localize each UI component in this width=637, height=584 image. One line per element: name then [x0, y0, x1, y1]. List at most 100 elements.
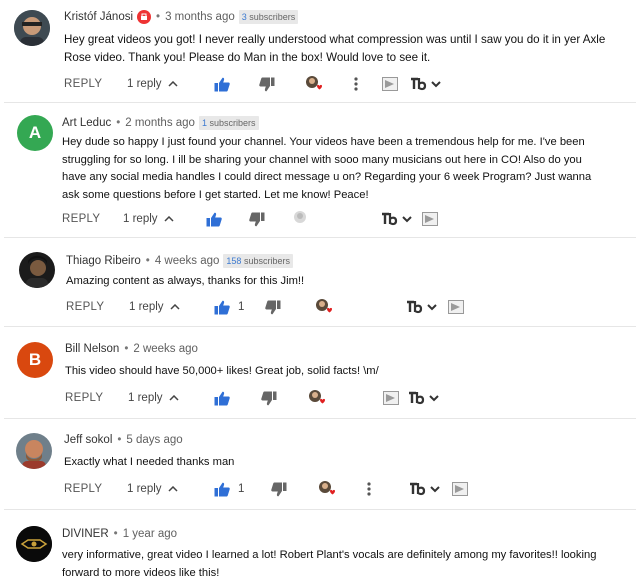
- avatar-photo: [19, 252, 55, 288]
- like-button[interactable]: 1: [214, 479, 244, 499]
- view-replies-button[interactable]: 1 reply: [127, 74, 178, 94]
- tubebuddy-icon: [409, 391, 439, 405]
- replies-count: 1 reply: [128, 392, 163, 404]
- comment-time[interactable]: 2 weeks ago: [133, 343, 198, 355]
- dislike-button[interactable]: [259, 74, 275, 94]
- more-options-button[interactable]: [354, 74, 358, 94]
- avatar[interactable]: [16, 433, 52, 469]
- comment-time[interactable]: 2 months ago: [125, 117, 195, 129]
- dislike-button[interactable]: [265, 297, 281, 317]
- translate-icon: [452, 482, 468, 496]
- avatar[interactable]: [19, 252, 55, 288]
- tubebuddy-menu[interactable]: [406, 297, 440, 317]
- divider: [4, 237, 636, 238]
- author-name[interactable]: Art Leduc: [62, 117, 111, 129]
- more-options-button[interactable]: [367, 479, 371, 499]
- comment-actions: REPLY 1 reply: [0, 74, 637, 94]
- tubebuddy-menu[interactable]: [409, 479, 443, 499]
- chevron-up-icon: [164, 216, 174, 222]
- tubebuddy-menu[interactable]: [408, 388, 442, 408]
- translate-button[interactable]: [422, 209, 438, 229]
- chevron-up-icon: [169, 395, 179, 401]
- creator-heart[interactable]: [292, 209, 312, 229]
- creator-heart-icon: [319, 481, 335, 495]
- author-name[interactable]: Jeff sokol: [64, 434, 112, 446]
- subscriber-word: subscribers: [249, 12, 296, 22]
- author-name[interactable]: Kristóf Jánosi: [64, 11, 133, 23]
- chevron-up-icon: [168, 486, 178, 492]
- like-button[interactable]: [206, 209, 222, 229]
- thumbs-up-icon: [214, 77, 230, 91]
- translate-button[interactable]: [383, 388, 399, 408]
- comment-text: Exactly what I needed thanks man: [64, 456, 235, 468]
- author-name[interactable]: Bill Nelson: [65, 343, 119, 355]
- comment-time[interactable]: 5 days ago: [126, 434, 182, 446]
- subscriber-badge: 3 subscribers: [238, 10, 299, 24]
- translate-icon: [383, 391, 399, 405]
- comment-time[interactable]: 3 months ago: [165, 11, 235, 23]
- like-count: 1: [238, 483, 245, 495]
- more-vert-icon: [354, 77, 358, 91]
- reply-button[interactable]: REPLY: [62, 209, 100, 229]
- translate-button[interactable]: [452, 479, 468, 499]
- comment-text: This video should have 50,000+ likes! Gr…: [65, 365, 379, 377]
- red-badge-icon: [137, 10, 152, 24]
- thumbs-up-icon: [214, 391, 230, 405]
- diviner-logo-icon: [16, 526, 52, 562]
- avatar-photo: [16, 433, 52, 469]
- like-button[interactable]: [214, 74, 230, 94]
- dislike-button[interactable]: [271, 479, 287, 499]
- dislike-button[interactable]: [261, 388, 277, 408]
- comment-time[interactable]: 1 year ago: [123, 528, 177, 540]
- creator-heart[interactable]: [317, 479, 337, 499]
- reply-button[interactable]: REPLY: [65, 388, 103, 408]
- reply-button[interactable]: REPLY: [66, 297, 104, 317]
- separator-dot: •: [116, 117, 121, 129]
- separator-dot: •: [124, 343, 129, 355]
- like-button[interactable]: [214, 388, 230, 408]
- tubebuddy-menu[interactable]: [410, 74, 444, 94]
- avatar[interactable]: [16, 526, 52, 562]
- translate-button[interactable]: [448, 297, 464, 317]
- comment-time[interactable]: 4 weeks ago: [155, 255, 220, 267]
- thumbs-down-icon: [265, 300, 281, 314]
- thumbs-up-icon: [206, 212, 222, 226]
- translate-button[interactable]: [382, 74, 398, 94]
- comment-actions: REPLY 1 reply: [0, 388, 637, 408]
- creator-heart-icon: [316, 299, 332, 313]
- replies-count: 1 reply: [127, 483, 162, 495]
- tubebuddy-icon: [382, 212, 412, 226]
- view-replies-button[interactable]: 1 reply: [123, 209, 174, 229]
- dislike-button[interactable]: [249, 209, 265, 229]
- subscriber-count: 158: [226, 256, 242, 266]
- creator-heart[interactable]: [304, 74, 324, 94]
- view-replies-button[interactable]: 1 reply: [129, 297, 180, 317]
- author-name[interactable]: DIVINER: [62, 528, 109, 540]
- thumbs-down-icon: [261, 391, 277, 405]
- separator-dot: •: [113, 528, 118, 540]
- like-count: 1: [238, 301, 245, 313]
- creator-heart[interactable]: [307, 388, 327, 408]
- avatar[interactable]: [14, 10, 50, 46]
- replies-count: 1 reply: [123, 213, 158, 225]
- tubebuddy-icon: [407, 300, 437, 314]
- reply-button[interactable]: REPLY: [64, 74, 102, 94]
- tubebuddy-icon: [411, 77, 441, 91]
- reply-button[interactable]: REPLY: [64, 479, 102, 499]
- divider: [4, 509, 636, 510]
- view-replies-button[interactable]: 1 reply: [128, 388, 179, 408]
- subscriber-badge: 158 subscribers: [223, 254, 293, 268]
- avatar[interactable]: B: [17, 342, 53, 378]
- chevron-up-icon: [170, 304, 180, 310]
- like-button[interactable]: 1: [214, 297, 244, 317]
- view-replies-button[interactable]: 1 reply: [127, 479, 178, 499]
- subscriber-count: 3: [241, 12, 247, 22]
- thumbs-down-icon: [259, 77, 275, 91]
- creator-heart-icon: [309, 390, 325, 404]
- avatar[interactable]: A: [17, 115, 53, 151]
- avatar-photo: [14, 10, 50, 46]
- author-name[interactable]: Thiago Ribeiro: [66, 255, 141, 267]
- tubebuddy-menu[interactable]: [381, 209, 415, 229]
- creator-heart[interactable]: [314, 297, 334, 317]
- subscriber-word: subscribers: [243, 256, 290, 266]
